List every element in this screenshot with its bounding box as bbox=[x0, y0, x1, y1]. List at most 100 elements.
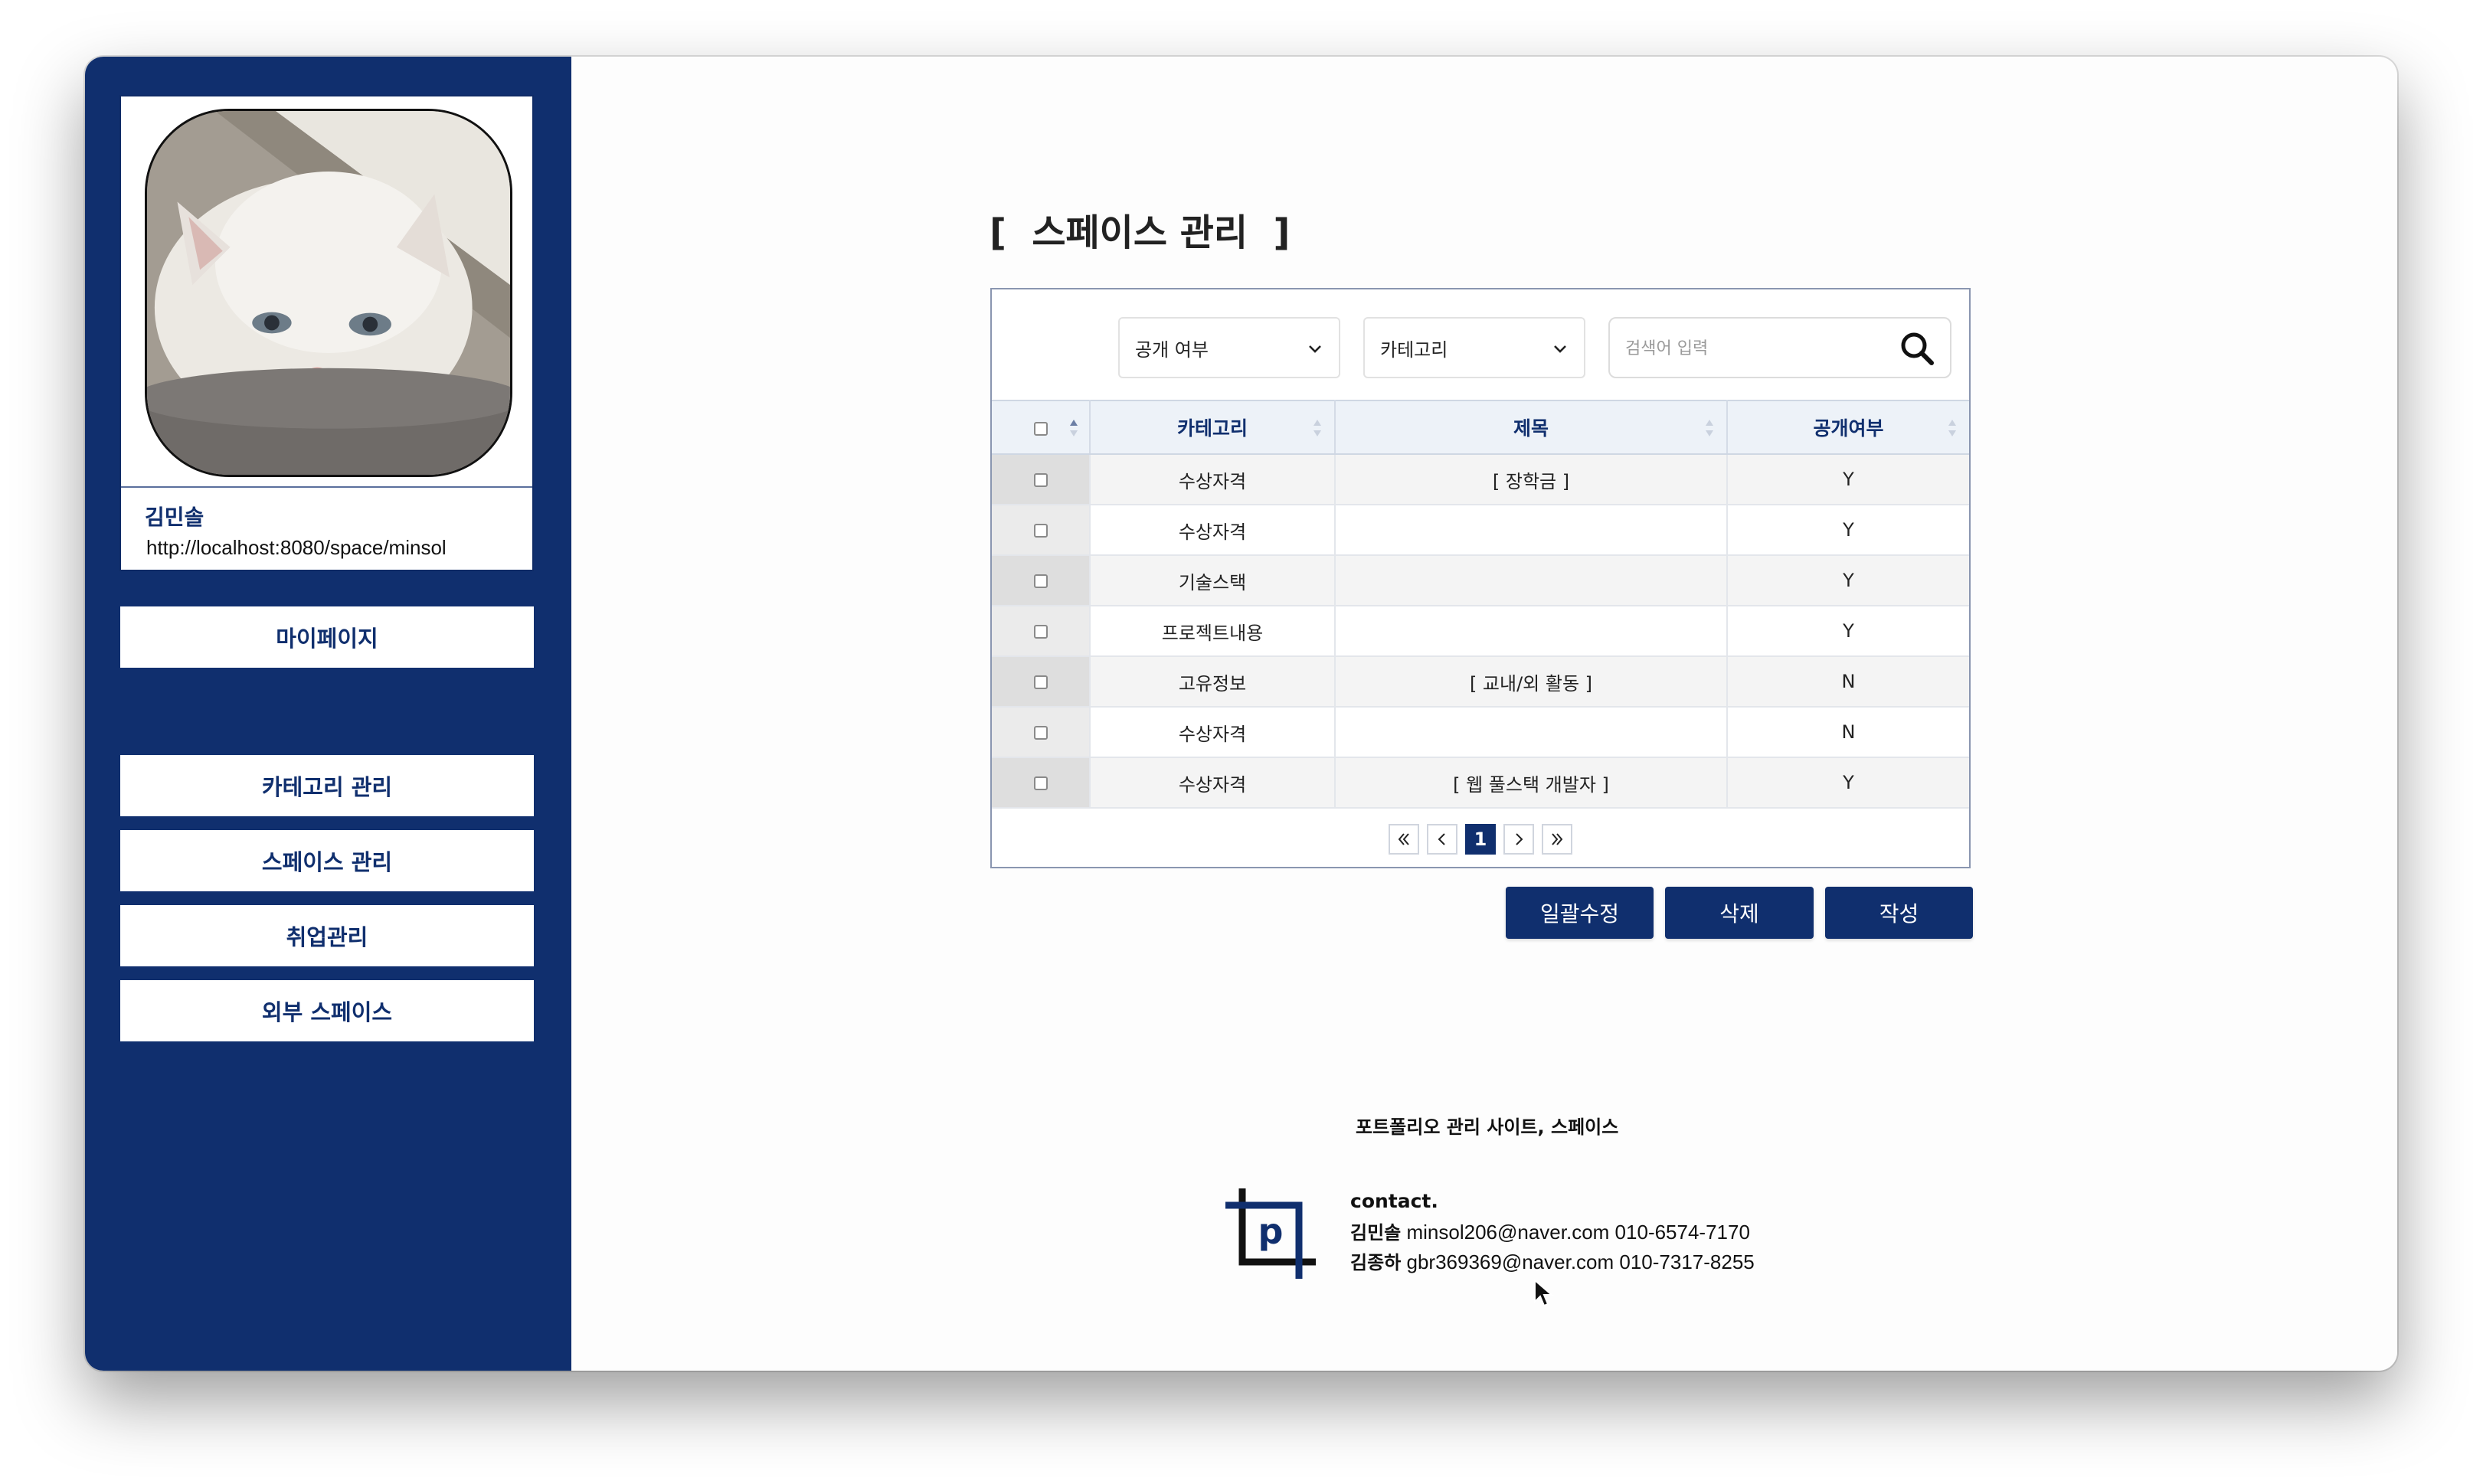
last-page-button[interactable] bbox=[1542, 824, 1572, 855]
table-header-row: 카테고리 제목 공개여부 bbox=[992, 400, 1969, 455]
table-row[interactable]: 수상자격 Y bbox=[992, 505, 1969, 556]
sort-icon[interactable] bbox=[1069, 418, 1078, 438]
sidebar-item-space-manage[interactable]: 스페이스 관리 bbox=[120, 830, 534, 891]
cell-public: Y bbox=[1727, 757, 1969, 809]
cell-public: Y bbox=[1727, 606, 1969, 657]
cell-public: N bbox=[1727, 656, 1969, 708]
sidebar-item-job-manage[interactable]: 취업관리 bbox=[120, 905, 534, 966]
profile-url[interactable]: http://localhost:8080/space/minsol bbox=[146, 536, 447, 560]
cell-category: 수상자격 bbox=[1090, 505, 1336, 556]
footer-site-title: 포트폴리오 관리 사이트, 스페이스 bbox=[1356, 1116, 1619, 1138]
cell-public: Y bbox=[1727, 505, 1969, 556]
table-row[interactable]: 수상자격 N bbox=[992, 707, 1969, 758]
visibility-filter-select[interactable]: 공개 여부 bbox=[1118, 317, 1340, 378]
contact-info: gbr369369@naver.com 010-7317-8255 bbox=[1406, 1250, 1755, 1273]
double-chevron-right-icon bbox=[1552, 833, 1563, 845]
column-header-title[interactable]: 제목 bbox=[1335, 400, 1728, 455]
row-checkbox[interactable] bbox=[1033, 726, 1048, 740]
row-checkbox[interactable] bbox=[1033, 524, 1048, 538]
search-input[interactable] bbox=[1625, 332, 1886, 364]
chevron-down-icon bbox=[1309, 345, 1321, 353]
sort-icon bbox=[1948, 420, 1956, 436]
sidebar: 김민솔 http://localhost:8080/space/minsol 마… bbox=[85, 57, 571, 1371]
mypage-button[interactable]: 마이페이지 bbox=[120, 606, 534, 668]
contact-line: 김종하 gbr369369@naver.com 010-7317-8255 bbox=[1350, 1247, 1755, 1274]
select-all-header bbox=[992, 400, 1091, 455]
row-checkbox[interactable] bbox=[1033, 625, 1048, 639]
profile-photo bbox=[145, 109, 512, 477]
row-checkbox[interactable] bbox=[1033, 675, 1048, 689]
bulk-edit-button[interactable]: 일괄수정 bbox=[1506, 887, 1654, 939]
contact-heading: contact. bbox=[1350, 1190, 1438, 1212]
chevron-down-icon bbox=[1554, 345, 1566, 353]
cell-title[interactable] bbox=[1335, 707, 1728, 758]
contact-name: 김민솔 bbox=[1350, 1222, 1402, 1244]
row-checkbox[interactable] bbox=[1033, 776, 1048, 790]
cell-title[interactable] bbox=[1335, 555, 1728, 606]
row-select-cell bbox=[992, 757, 1091, 809]
contact-name: 김종하 bbox=[1350, 1252, 1402, 1273]
contact-line: 김민솔 minsol206@naver.com 010-6574-7170 bbox=[1350, 1218, 1750, 1244]
chevron-left-icon bbox=[1438, 833, 1445, 845]
cell-category: 수상자격 bbox=[1090, 454, 1336, 505]
crop-logo-icon: p bbox=[1225, 1188, 1316, 1279]
sort-icon bbox=[1313, 420, 1321, 436]
profile-photo-area bbox=[121, 96, 532, 488]
app-window: 김민솔 http://localhost:8080/space/minsol 마… bbox=[85, 57, 2397, 1371]
first-page-button[interactable] bbox=[1389, 824, 1419, 855]
row-select-cell bbox=[992, 656, 1091, 708]
pagination: 1 bbox=[992, 824, 1969, 855]
search-button[interactable] bbox=[1896, 328, 1939, 371]
category-filter-select[interactable]: 카테고리 bbox=[1363, 317, 1585, 378]
cell-category: 수상자격 bbox=[1090, 707, 1336, 758]
cell-category: 고유정보 bbox=[1090, 656, 1336, 708]
cell-category: 기술스택 bbox=[1090, 555, 1336, 606]
sidebar-item-category-manage[interactable]: 카테고리 관리 bbox=[120, 755, 534, 816]
table-row[interactable]: 고유정보 [ 교내/외 활동 ] N bbox=[992, 656, 1969, 708]
cell-title[interactable]: [ 웹 풀스택 개발자 ] bbox=[1335, 757, 1728, 809]
page-number-button[interactable]: 1 bbox=[1465, 824, 1496, 855]
table-row[interactable]: 프로젝트내용 Y bbox=[992, 606, 1969, 657]
double-chevron-left-icon bbox=[1398, 833, 1409, 845]
space-table: 카테고리 제목 공개여부 수상자격 [장학금] Y 수상자격 Y 기술스택 … bbox=[992, 400, 1969, 809]
prev-page-button[interactable] bbox=[1427, 824, 1457, 855]
cell-public: N bbox=[1727, 707, 1969, 758]
select-all-checkbox[interactable] bbox=[1033, 421, 1048, 436]
search-box bbox=[1608, 317, 1951, 378]
column-header-category[interactable]: 카테고리 bbox=[1090, 400, 1336, 455]
table-row[interactable]: 수상자격 [ 웹 풀스택 개발자 ] Y bbox=[992, 757, 1969, 809]
row-select-cell bbox=[992, 555, 1091, 606]
column-header-public[interactable]: 공개여부 bbox=[1727, 400, 1969, 455]
mouse-cursor-icon bbox=[1534, 1279, 1554, 1307]
logo-letter: p bbox=[1258, 1211, 1284, 1252]
cell-title[interactable] bbox=[1335, 606, 1728, 657]
chevron-right-icon bbox=[1516, 833, 1523, 845]
cell-title[interactable] bbox=[1335, 505, 1728, 556]
page-title: [ 스페이스 관리 ] bbox=[990, 211, 1291, 254]
search-icon bbox=[1901, 332, 1934, 365]
profile-card: 김민솔 http://localhost:8080/space/minsol bbox=[119, 95, 534, 571]
sidebar-item-external-space[interactable]: 외부 스페이스 bbox=[120, 980, 534, 1041]
row-checkbox[interactable] bbox=[1033, 473, 1048, 487]
cell-public: Y bbox=[1727, 555, 1969, 606]
cell-category: 프로젝트내용 bbox=[1090, 606, 1336, 657]
table-row[interactable]: 수상자격 [ 장학금 ] Y bbox=[992, 454, 1969, 505]
row-select-cell bbox=[992, 505, 1091, 556]
category-filter-value: 카테고리 bbox=[1380, 338, 1448, 361]
cell-public: Y bbox=[1727, 454, 1969, 505]
cat-photo-image bbox=[147, 111, 510, 475]
cell-category: 수상자격 bbox=[1090, 757, 1336, 809]
contact-info: minsol206@naver.com 010-6574-7170 bbox=[1406, 1221, 1750, 1244]
table-row[interactable]: 기술스택 Y bbox=[992, 555, 1969, 606]
next-page-button[interactable] bbox=[1503, 824, 1534, 855]
row-select-cell bbox=[992, 707, 1091, 758]
row-checkbox[interactable] bbox=[1033, 574, 1048, 588]
visibility-filter-value: 공개 여부 bbox=[1135, 338, 1209, 361]
cell-title[interactable]: [ 장학금 ] bbox=[1335, 454, 1728, 505]
row-select-cell bbox=[992, 454, 1091, 505]
write-button[interactable]: 작성 bbox=[1825, 887, 1973, 939]
cell-title[interactable]: [ 교내/외 활동 ] bbox=[1335, 656, 1728, 708]
row-select-cell bbox=[992, 606, 1091, 657]
delete-button[interactable]: 삭제 bbox=[1665, 887, 1814, 939]
space-list-panel: 공개 여부 카테고리 검색어 입력 카테고리 제목 공개여부 수상자격 [장학… bbox=[990, 288, 1971, 868]
